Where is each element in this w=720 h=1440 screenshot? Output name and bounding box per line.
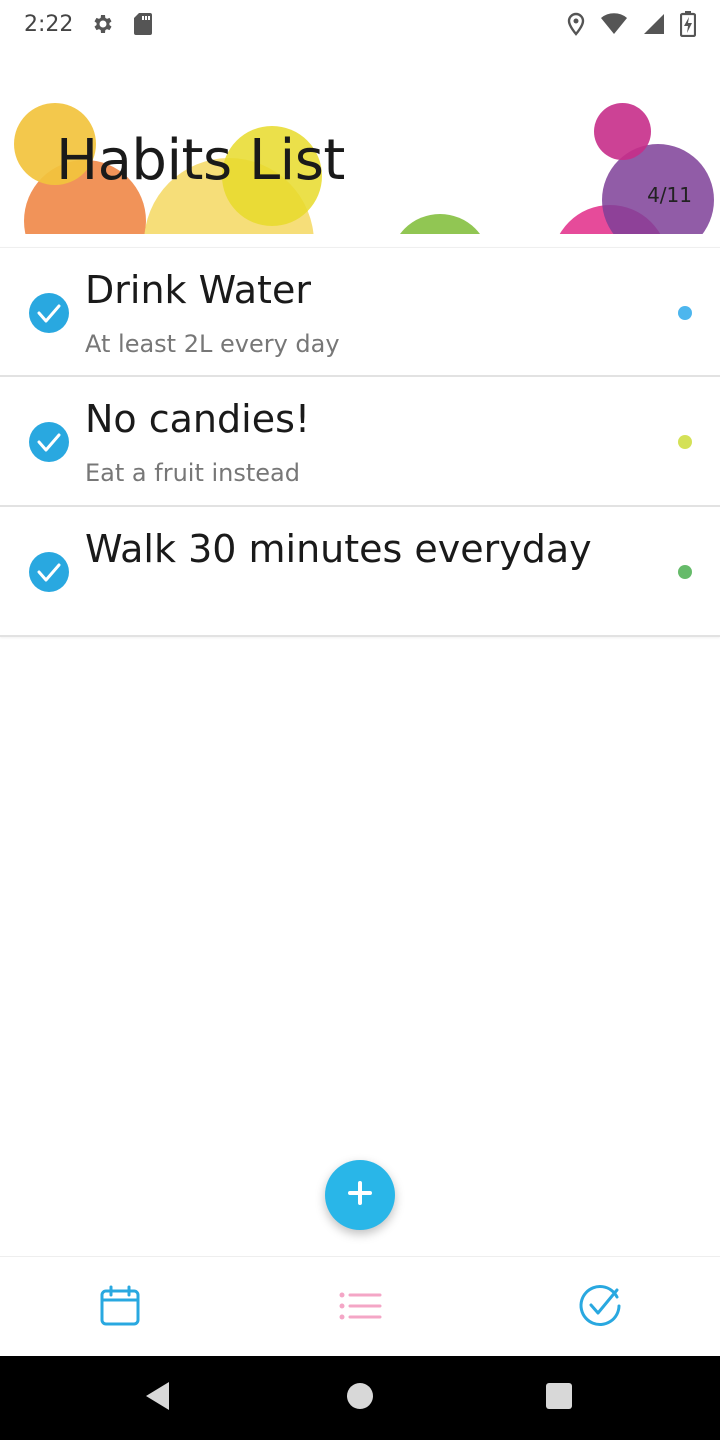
page-title: Habits List	[56, 128, 345, 193]
system-nav-bar	[0, 1356, 720, 1440]
system-home-button[interactable]	[338, 1376, 382, 1420]
habit-row[interactable]: No candies! Eat a fruit instead	[0, 377, 720, 507]
system-recents-button[interactable]	[537, 1376, 581, 1420]
habit-list: Drink Water At least 2L every day No can…	[0, 247, 720, 637]
battery-charging-icon	[680, 11, 696, 37]
screen: 2:22 Habits List 4/11 Drink Water At lea…	[0, 0, 720, 1440]
nav-list[interactable]	[336, 1284, 384, 1332]
signal-icon	[642, 12, 666, 36]
check-icon[interactable]	[29, 293, 69, 333]
home-circle-icon	[346, 1382, 374, 1414]
check-icon[interactable]	[29, 552, 69, 592]
habit-title: Drink Water	[85, 268, 311, 312]
habit-title: Walk 30 minutes everyday	[85, 527, 592, 571]
calendar-icon	[98, 1284, 142, 1332]
habit-subtitle: At least 2L every day	[85, 330, 340, 358]
wifi-icon	[600, 12, 628, 36]
add-habit-button[interactable]	[325, 1160, 395, 1230]
habit-subtitle: Eat a fruit instead	[85, 459, 300, 487]
back-triangle-icon	[143, 1380, 173, 1416]
recents-square-icon	[545, 1382, 573, 1414]
check-circle-icon	[577, 1283, 623, 1333]
list-icon	[338, 1290, 382, 1326]
habit-title: No candies!	[85, 397, 311, 441]
check-icon[interactable]	[29, 422, 69, 462]
decor-bubble	[390, 214, 490, 234]
decor-bubble	[594, 103, 651, 160]
habit-color-dot	[678, 306, 692, 320]
habit-color-dot	[678, 565, 692, 579]
nav-completed[interactable]	[576, 1284, 624, 1332]
habit-color-dot	[678, 435, 692, 449]
location-icon	[566, 12, 586, 36]
sd-card-icon	[133, 12, 153, 36]
status-time: 2:22	[24, 11, 74, 37]
header: Habits List 4/11	[0, 48, 720, 234]
nav-calendar[interactable]	[96, 1284, 144, 1332]
gear-icon	[91, 12, 115, 36]
bottom-nav	[0, 1256, 720, 1356]
habit-row[interactable]: Drink Water At least 2L every day	[0, 247, 720, 377]
system-back-button[interactable]	[136, 1376, 180, 1420]
status-bar: 2:22	[0, 0, 720, 48]
plus-icon	[347, 1180, 373, 1210]
habit-row[interactable]: Walk 30 minutes everyday	[0, 507, 720, 637]
progress-count: 4/11	[647, 183, 692, 207]
